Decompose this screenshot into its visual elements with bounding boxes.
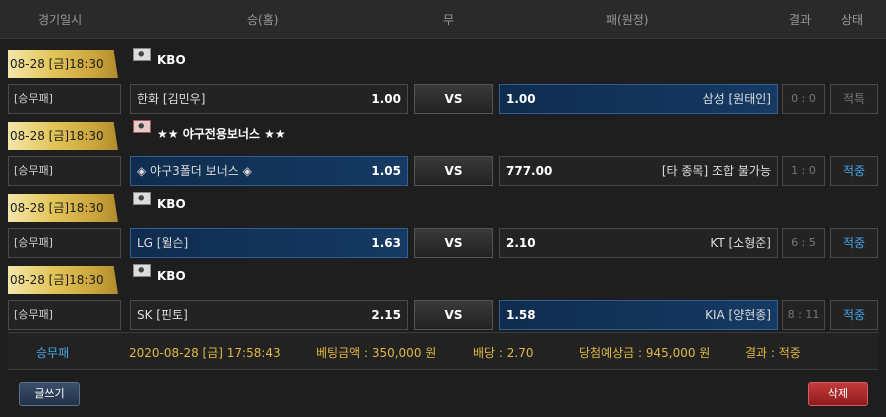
game-status: 적중	[830, 228, 878, 258]
bet-row: [승무패] SK [핀토] 2.15 VS 1.58 KIA [양현종] 8 :…	[0, 300, 886, 330]
game-date: 08-28 [금]18:30	[8, 266, 118, 294]
away-odds: 2.10	[506, 236, 536, 250]
league-name: KBO	[157, 269, 186, 283]
header-away: 패(원정)	[606, 13, 649, 27]
summary-expected-win: 당첨예상금 : 945,000 원	[579, 346, 711, 360]
summary-result: 결과 : 적중	[745, 346, 801, 360]
bet-type: [승무패]	[8, 84, 121, 114]
baseball-flag-icon	[133, 264, 151, 277]
summary-bet-amount: 베팅금액 : 350,000 원	[316, 346, 437, 360]
away-odds: 1.00	[506, 92, 536, 106]
home-odds: 2.15	[371, 308, 401, 322]
home-option[interactable]: ◈ 야구3폴더 보너스 ◈ 1.05	[130, 156, 408, 186]
game-score: 0 : 0	[782, 84, 825, 114]
baseball-flag-icon	[133, 192, 151, 205]
header-draw: 무	[443, 13, 455, 27]
summary-datetime: 2020-08-28 [금] 17:58:43	[129, 346, 281, 360]
header-status: 상태	[841, 13, 864, 27]
bet-type: [승무패]	[8, 228, 121, 258]
bet-row: [승무패] 한화 [김민우] 1.00 VS 1.00 삼성 [원태인] 0 :…	[0, 84, 886, 114]
draw-option[interactable]: VS	[414, 228, 493, 258]
home-option[interactable]: SK [핀토] 2.15	[130, 300, 408, 330]
away-option[interactable]: 1.58 KIA [양현종]	[499, 300, 778, 330]
header-date: 경기일시	[38, 13, 83, 27]
home-option[interactable]: LG [윌슨] 1.63	[130, 228, 408, 258]
league-name: KBO	[157, 53, 186, 67]
game-status: 적특	[830, 84, 878, 114]
game-date: 08-28 [금]18:30	[8, 50, 118, 78]
bet-summary: 승무패 2020-08-28 [금] 17:58:43 베팅금액 : 350,0…	[8, 332, 878, 370]
bet-row: [승무패] ◈ 야구3폴더 보너스 ◈ 1.05 VS 777.00 [타 종목…	[0, 156, 886, 186]
home-team: ◈ 야구3폴더 보너스 ◈	[137, 164, 252, 178]
away-odds: 1.58	[506, 308, 536, 322]
game-score: 6 : 5	[782, 228, 825, 258]
game-block: 08-28 [금]18:30 KBO [승무패] SK [핀토] 2.15 VS…	[0, 258, 886, 330]
game-block: 08-28 [금]18:30 ★★ 야구전용보너스 ★★ [승무패] ◈ 야구3…	[0, 114, 886, 186]
delete-button[interactable]: 삭제	[808, 382, 868, 406]
bonus-flag-icon	[133, 120, 151, 133]
away-option[interactable]: 2.10 KT [소형준]	[499, 228, 778, 258]
game-date: 08-28 [금]18:30	[8, 194, 118, 222]
game-block: 08-28 [금]18:30 KBO [승무패] 한화 [김민우] 1.00 V…	[0, 42, 886, 114]
away-option[interactable]: 777.00 [타 종목] 조합 불가능	[499, 156, 778, 186]
game-status: 적중	[830, 156, 878, 186]
game-date: 08-28 [금]18:30	[8, 122, 118, 150]
home-option[interactable]: 한화 [김민우] 1.00	[130, 84, 408, 114]
away-team: [타 종목] 조합 불가능	[661, 164, 771, 178]
draw-option[interactable]: VS	[414, 156, 493, 186]
league-name: ★★ 야구전용보너스 ★★	[157, 127, 286, 141]
home-odds: 1.05	[371, 164, 401, 178]
bet-row: [승무패] LG [윌슨] 1.63 VS 2.10 KT [소형준] 6 : …	[0, 228, 886, 258]
away-team: 삼성 [원태인]	[702, 92, 771, 106]
draw-option[interactable]: VS	[414, 84, 493, 114]
home-odds: 1.63	[371, 236, 401, 250]
away-odds: 777.00	[506, 164, 553, 178]
summary-odds: 배당 : 2.70	[473, 346, 534, 360]
league-name: KBO	[157, 197, 186, 211]
draw-option[interactable]: VS	[414, 300, 493, 330]
header-result: 결과	[789, 13, 812, 27]
game-score: 8 : 11	[782, 300, 825, 330]
summary-type: 승무패	[36, 346, 70, 360]
away-option[interactable]: 1.00 삼성 [원태인]	[499, 84, 778, 114]
game-status: 적중	[830, 300, 878, 330]
bet-type: [승무패]	[8, 300, 121, 330]
away-team: KT [소형준]	[710, 236, 771, 250]
away-team: KIA [양현종]	[705, 308, 771, 322]
baseball-flag-icon	[133, 48, 151, 61]
home-team: LG [윌슨]	[137, 236, 189, 250]
home-team: SK [핀토]	[137, 308, 188, 322]
home-team: 한화 [김민우]	[137, 92, 206, 106]
home-odds: 1.00	[371, 92, 401, 106]
game-score: 1 : 0	[782, 156, 825, 186]
table-header: 경기일시 승(홈) 무 패(원정) 결과 상태	[0, 0, 886, 39]
write-button[interactable]: 글쓰기	[19, 382, 80, 406]
game-block: 08-28 [금]18:30 KBO [승무패] LG [윌슨] 1.63 VS…	[0, 186, 886, 258]
header-home: 승(홈)	[247, 13, 279, 27]
bet-type: [승무패]	[8, 156, 121, 186]
